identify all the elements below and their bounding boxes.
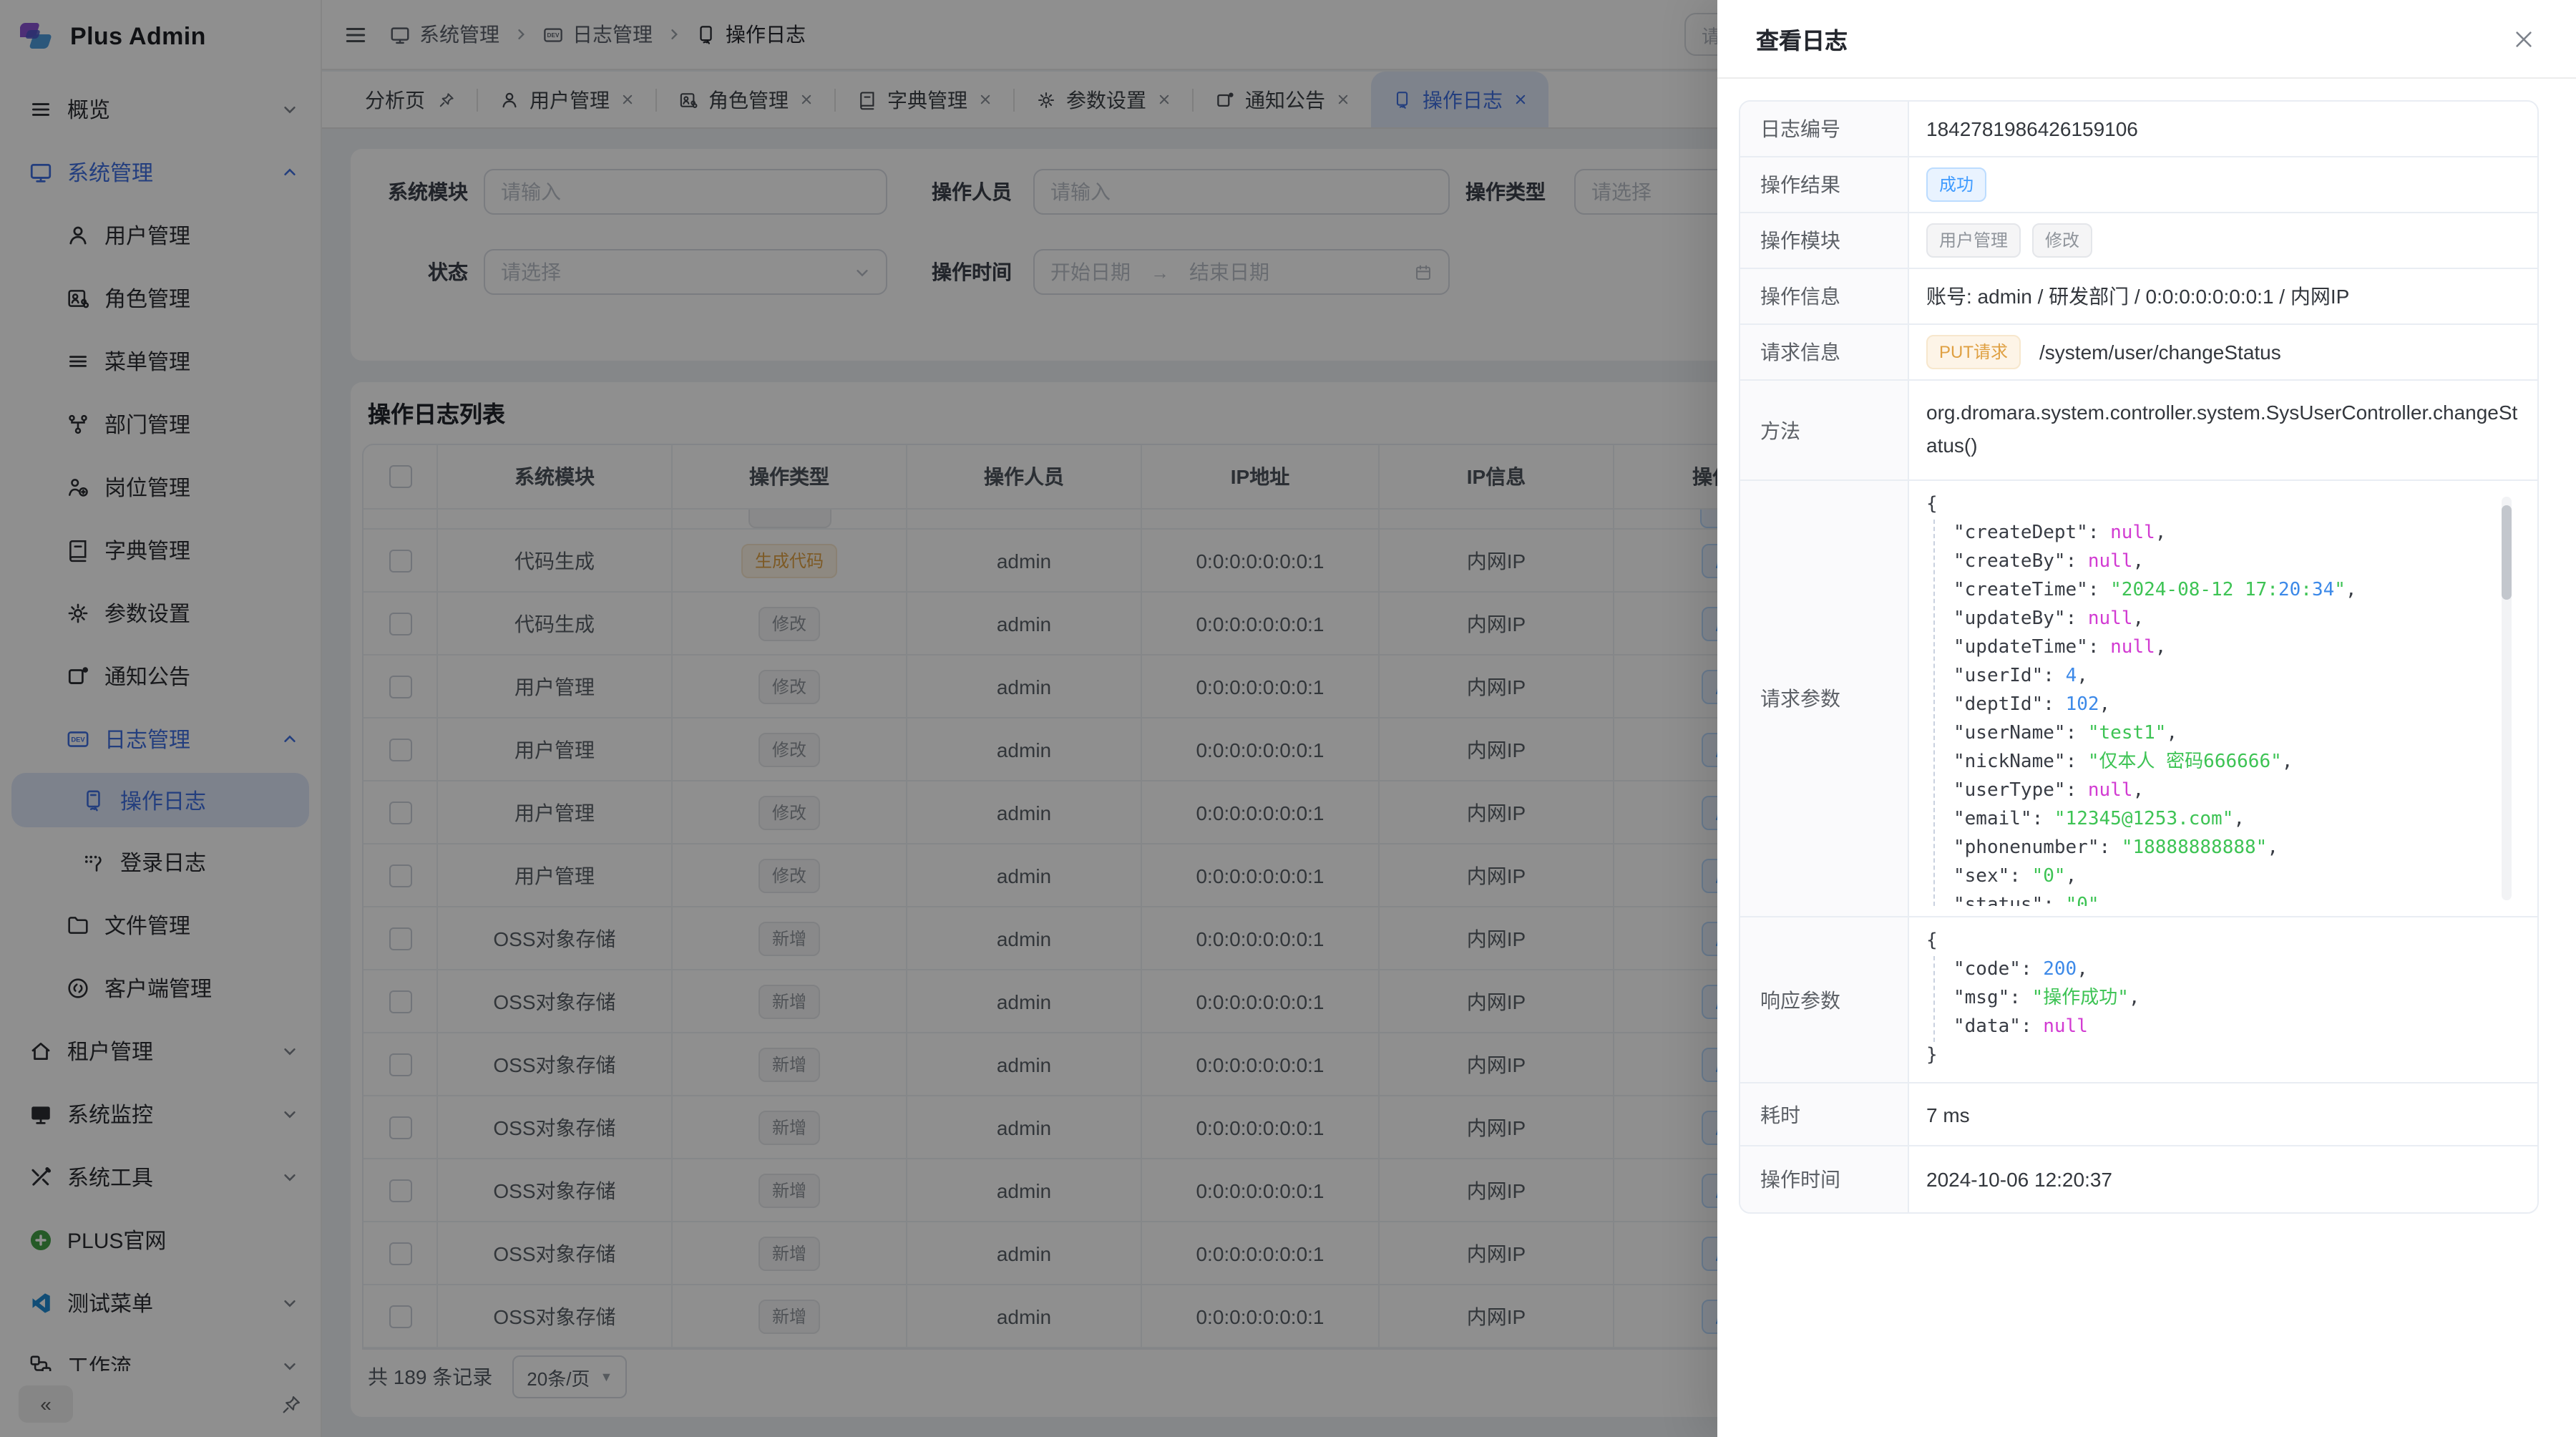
- log-detail-table: 日志编号 1842781986426159106 操作结果 成功 操作模块 用户…: [1739, 100, 2539, 1214]
- result-tag: 成功: [1926, 167, 1986, 202]
- screen: Plus Admin 概览 系统管理 用户管理 角色管理: [0, 0, 2576, 1437]
- scrollbar-thumb[interactable]: [2502, 505, 2512, 600]
- response-params-json: {"code": 200,"msg": "操作成功","data": null}: [1926, 927, 2520, 1072]
- field-label: 请求信息: [1740, 325, 1909, 379]
- field-label: 操作信息: [1740, 269, 1909, 323]
- log-id-value: 1842781986426159106: [1909, 102, 2537, 156]
- module-tag: 用户管理: [1926, 223, 2021, 258]
- field-label: 操作结果: [1740, 157, 1909, 212]
- field-label: 操作模块: [1740, 213, 1909, 268]
- request-url: /system/user/changeStatus: [2039, 341, 2281, 364]
- field-label: 请求参数: [1740, 481, 1909, 916]
- request-params-json: {"createDept": null,"createBy": null,"cr…: [1926, 491, 2514, 906]
- field-label: 方法: [1740, 381, 1909, 479]
- http-method-tag: PUT请求: [1926, 335, 2021, 369]
- field-label: 操作时间: [1740, 1146, 1909, 1212]
- drawer-close-icon[interactable]: [2513, 28, 2534, 49]
- operation-info-value: 账号: admin / 研发部门 / 0:0:0:0:0:0:0:1 / 内网I…: [1909, 269, 2537, 323]
- method-value: org.dromara.system.controller.system.Sys…: [1926, 391, 2520, 462]
- view-log-drawer: 查看日志 日志编号 1842781986426159106 操作结果 成功 操作…: [1717, 0, 2576, 1437]
- duration-value: 7 ms: [1909, 1083, 2537, 1145]
- operation-time-value: 2024-10-06 12:20:37: [1909, 1146, 2537, 1212]
- module-action-tag: 修改: [2032, 223, 2092, 258]
- field-label: 耗时: [1740, 1083, 1909, 1145]
- field-label: 响应参数: [1740, 917, 1909, 1082]
- field-label: 日志编号: [1740, 102, 1909, 156]
- drawer-title: 查看日志: [1756, 21, 1848, 56]
- drawer-header: 查看日志: [1717, 0, 2576, 79]
